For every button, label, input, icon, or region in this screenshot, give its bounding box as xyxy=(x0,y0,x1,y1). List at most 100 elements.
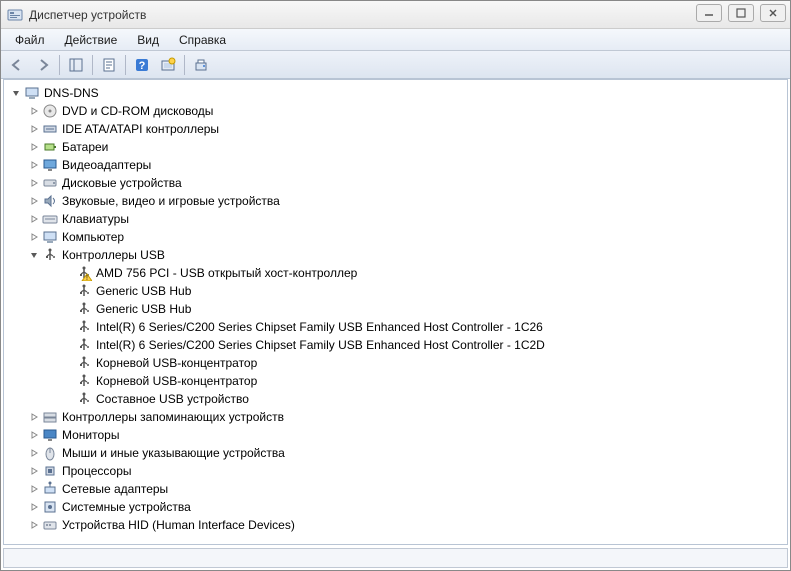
expander-icon[interactable] xyxy=(28,519,40,531)
tree-node-label: Сетевые адаптеры xyxy=(62,480,168,498)
usb-icon xyxy=(76,373,92,389)
expander-icon[interactable] xyxy=(28,429,40,441)
show-hide-tree-button[interactable] xyxy=(64,54,88,76)
tree-category[interactable]: IDE ATA/ATAPI контроллеры xyxy=(6,120,785,138)
toolbar: ? xyxy=(1,51,790,79)
tree-category[interactable]: Компьютер xyxy=(6,228,785,246)
tree-node-label: Intel(R) 6 Series/C200 Series Chipset Fa… xyxy=(96,318,543,336)
tree-category[interactable]: Видеоадаптеры xyxy=(6,156,785,174)
statusbar xyxy=(3,548,788,568)
monitor-icon xyxy=(42,427,58,443)
keyboard-icon xyxy=(42,211,58,227)
usb-icon xyxy=(76,319,92,335)
network-icon xyxy=(42,481,58,497)
titlebar: Диспетчер устройств xyxy=(1,1,790,29)
expander-icon[interactable] xyxy=(28,483,40,495)
tree-node-label: DVD и CD-ROM дисководы xyxy=(62,102,213,120)
expander-icon[interactable] xyxy=(28,465,40,477)
tree-device[interactable]: Generic USB Hub xyxy=(6,300,785,318)
window-controls xyxy=(696,4,786,22)
expander-icon[interactable] xyxy=(28,213,40,225)
tree-node-label: Мониторы xyxy=(62,426,119,444)
usb-icon xyxy=(76,301,92,317)
window-title: Диспетчер устройств xyxy=(29,8,146,22)
display-icon xyxy=(42,157,58,173)
tree-node-label: Системные устройства xyxy=(62,498,191,516)
tree-node-label: AMD 756 PCI - USB открытый хост-контролл… xyxy=(96,264,357,282)
toolbar-separator xyxy=(92,55,93,75)
tree-root[interactable]: DNS-DNS xyxy=(6,84,785,102)
minimize-button[interactable] xyxy=(696,4,722,22)
expander-icon[interactable] xyxy=(28,195,40,207)
toolbar-separator xyxy=(59,55,60,75)
tree-node-label: Процессоры xyxy=(62,462,132,480)
ide-icon xyxy=(42,121,58,137)
tree-category[interactable]: Звуковые, видео и игровые устройства xyxy=(6,192,785,210)
expander-icon[interactable] xyxy=(28,501,40,513)
close-button[interactable] xyxy=(760,4,786,22)
usb-icon xyxy=(76,283,92,299)
usb-icon xyxy=(76,337,92,353)
computer-icon xyxy=(42,229,58,245)
expander-icon[interactable] xyxy=(28,105,40,117)
tree-category[interactable]: Процессоры xyxy=(6,462,785,480)
expander-icon[interactable] xyxy=(28,141,40,153)
cpu-icon xyxy=(42,463,58,479)
tree-category[interactable]: Устройства HID (Human Interface Devices) xyxy=(6,516,785,534)
menu-view[interactable]: Вид xyxy=(127,31,169,49)
menu-action[interactable]: Действие xyxy=(55,31,128,49)
menu-help[interactable]: Справка xyxy=(169,31,236,49)
sound-icon xyxy=(42,193,58,209)
tree-category[interactable]: Мониторы xyxy=(6,426,785,444)
tree-node-label: Контроллеры запоминающих устройств xyxy=(62,408,284,426)
expander-icon[interactable] xyxy=(28,159,40,171)
toolbar-separator xyxy=(184,55,185,75)
expander-icon[interactable] xyxy=(28,411,40,423)
properties-button[interactable] xyxy=(97,54,121,76)
menu-file[interactable]: Файл xyxy=(5,31,55,49)
usb-icon: ! xyxy=(76,265,92,281)
svg-text:!: ! xyxy=(86,275,88,281)
tree-category[interactable]: Батареи xyxy=(6,138,785,156)
tree-node-label: Составное USB устройство xyxy=(96,390,249,408)
tree-category[interactable]: Сетевые адаптеры xyxy=(6,480,785,498)
expander-icon[interactable] xyxy=(28,231,40,243)
tree-category[interactable]: Мыши и иные указывающие устройства xyxy=(6,444,785,462)
expander-icon[interactable] xyxy=(28,447,40,459)
tree-device[interactable]: ! AMD 756 PCI - USB открытый хост-контрол… xyxy=(6,264,785,282)
tree-node-label: Generic USB Hub xyxy=(96,300,191,318)
tree-category[interactable]: Контроллеры запоминающих устройств xyxy=(6,408,785,426)
tree-device[interactable]: Generic USB Hub xyxy=(6,282,785,300)
device-tree[interactable]: DNS-DNSDVD и CD-ROM дисководыIDE ATA/ATA… xyxy=(4,80,787,538)
expander-icon[interactable] xyxy=(28,123,40,135)
devices-printers-button[interactable] xyxy=(189,54,213,76)
tree-category[interactable]: DVD и CD-ROM дисководы xyxy=(6,102,785,120)
expander-icon[interactable] xyxy=(28,249,40,261)
computer-icon xyxy=(24,85,40,101)
tree-node-label: Звуковые, видео и игровые устройства xyxy=(62,192,280,210)
tree-node-label: Intel(R) 6 Series/C200 Series Chipset Fa… xyxy=(96,336,545,354)
tree-device[interactable]: Intel(R) 6 Series/C200 Series Chipset Fa… xyxy=(6,336,785,354)
tree-device[interactable]: Корневой USB-концентратор xyxy=(6,354,785,372)
usb-icon xyxy=(42,247,58,263)
scan-hardware-button[interactable] xyxy=(156,54,180,76)
tree-category[interactable]: Системные устройства xyxy=(6,498,785,516)
tree-category[interactable]: Клавиатуры xyxy=(6,210,785,228)
help-button[interactable]: ? xyxy=(130,54,154,76)
tree-device[interactable]: Составное USB устройство xyxy=(6,390,785,408)
usb-icon xyxy=(76,355,92,371)
tree-category[interactable]: Дисковые устройства xyxy=(6,174,785,192)
tree-device[interactable]: Корневой USB-концентратор xyxy=(6,372,785,390)
maximize-button[interactable] xyxy=(728,4,754,22)
expander-icon[interactable] xyxy=(28,177,40,189)
back-button[interactable] xyxy=(5,54,29,76)
tree-node-label: Корневой USB-концентратор xyxy=(96,354,257,372)
tree-node-label: Generic USB Hub xyxy=(96,282,191,300)
tree-category[interactable]: Контроллеры USB xyxy=(6,246,785,264)
expander-icon[interactable] xyxy=(10,87,22,99)
tree-node-label: DNS-DNS xyxy=(44,84,99,102)
tree-node-label: Клавиатуры xyxy=(62,210,129,228)
svg-text:?: ? xyxy=(139,60,146,72)
tree-device[interactable]: Intel(R) 6 Series/C200 Series Chipset Fa… xyxy=(6,318,785,336)
forward-button[interactable] xyxy=(31,54,55,76)
